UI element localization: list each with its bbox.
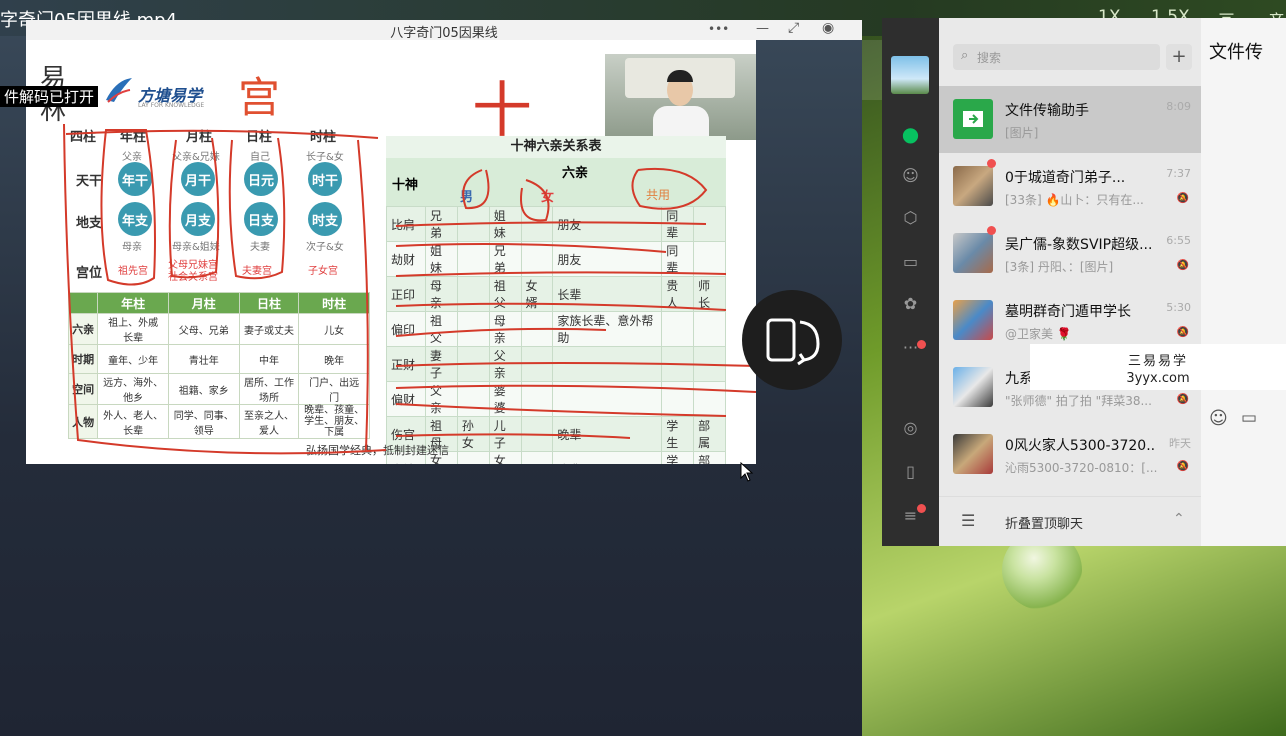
- search-icon: ⌕: [961, 48, 969, 63]
- chat-item[interactable]: 0于城道奇门弟子... [33条] 🔥山卜：只有在... 7:37 🔕: [939, 153, 1201, 220]
- fullscreen-icon[interactable]: ⤢: [788, 20, 799, 36]
- chat-name: 0风火家人5300-3720...: [1005, 438, 1155, 454]
- chat-last-message: @卫家美 🌹: [1005, 327, 1072, 341]
- chat-item[interactable]: 0风火家人5300-3720... 沁雨5300-3720-0810：[... …: [939, 421, 1201, 488]
- record-icon[interactable]: ◉: [822, 20, 834, 36]
- mute-icon: 🔕: [1176, 394, 1189, 405]
- video-window-title: 八字奇门05因果线: [390, 26, 498, 41]
- mute-icon: 🔕: [1176, 461, 1189, 472]
- chat-item[interactable]: 吴广儒-象数SVIP超级... [3条] 丹阳、：[图片] 6:55 🔕: [939, 220, 1201, 287]
- watermark-line1: 三易易学: [1127, 354, 1188, 369]
- chat-time: 8:09: [1166, 100, 1191, 113]
- chat-time: 5:30: [1166, 301, 1191, 314]
- chat-time: 6:55: [1166, 234, 1191, 247]
- file-icon[interactable]: ▭: [1241, 408, 1257, 428]
- emoji-icon[interactable]: ☺: [1209, 408, 1228, 429]
- chat-icon[interactable]: ●: [882, 122, 939, 146]
- player-overlay-text: 件解码已打开: [0, 86, 99, 107]
- wechat-sidebar: ● ☺ ⬡ ▭ ✿ ··· ◎ ▯ ≡: [882, 18, 939, 546]
- unread-dot: [987, 159, 996, 168]
- chat-last-message: [图片]: [1005, 126, 1039, 140]
- folded-chats-row[interactable]: ☰ 折叠置顶聊天 ⌃: [939, 496, 1201, 547]
- chat-time: 7:37: [1166, 167, 1191, 180]
- search-input[interactable]: ⌕ 搜索: [953, 44, 1160, 70]
- add-button[interactable]: +: [1166, 44, 1192, 70]
- chat-pane: 文件传 ☺ ▭: [1201, 18, 1286, 546]
- unread-dot: [987, 226, 996, 235]
- watermark-line2: 3yyx.com: [1126, 371, 1190, 386]
- mute-icon: 🔕: [1176, 193, 1189, 204]
- chat-name: 吴广儒-象数SVIP超级...: [1005, 237, 1153, 253]
- notification-dot: [917, 340, 926, 349]
- chat-last-message: "张师德" 拍了拍 "拜菜38...: [1005, 394, 1152, 408]
- screen-share-button[interactable]: [742, 290, 842, 390]
- group-avatar: [953, 367, 993, 407]
- chat-time: 昨天: [1169, 437, 1191, 450]
- contacts-icon[interactable]: ☺: [882, 166, 939, 185]
- chat-title: 文件传: [1209, 42, 1263, 63]
- mouse-cursor-icon: [740, 461, 754, 486]
- chat-name: 0于城道奇门弟子...: [1005, 170, 1126, 186]
- chat-item[interactable]: 文件传输助手 [图片] 8:09: [939, 86, 1201, 153]
- chevron-up-icon: ⌃: [1173, 511, 1185, 527]
- site-watermark: 三易易学 3yyx.com: [1030, 344, 1286, 390]
- settings-menu-icon[interactable]: ≡: [882, 506, 939, 525]
- notification-dot: [917, 504, 926, 513]
- group-avatar: [953, 434, 993, 474]
- collection-icon[interactable]: ⬡: [882, 208, 939, 227]
- chat-last-message: [33条] 🔥山卜：只有在...: [1005, 193, 1144, 207]
- video-frame: 易 林 方塘易学 LAY FOR KNOWLEDGE 宫 十 四柱 年柱 月柱 …: [26, 40, 756, 464]
- chat-name: 文件传输助手: [1005, 103, 1089, 119]
- file-transfer-icon: [953, 99, 993, 139]
- minimize-icon[interactable]: —: [756, 21, 769, 36]
- folded-chats-label: 折叠置顶聊天: [1005, 517, 1084, 532]
- video-window-titlebar: 八字奇门05因果线 ••• — ⤢ ◉: [26, 20, 862, 41]
- handwriting-annotations: [63, 123, 756, 455]
- folder-icon[interactable]: ▭: [882, 252, 939, 271]
- search-placeholder: 搜索: [977, 51, 1002, 65]
- user-avatar[interactable]: [891, 56, 929, 94]
- mute-icon: 🔕: [1176, 260, 1189, 271]
- wechat-window: ● ☺ ⬡ ▭ ✿ ··· ◎ ▯ ≡ ⌕ 搜索 + 文件传输助手 [图片] 8…: [882, 18, 1286, 546]
- group-avatar: [953, 166, 993, 206]
- more-icon[interactable]: •••: [708, 22, 729, 36]
- mute-icon: 🔕: [1176, 327, 1189, 338]
- chat-last-message: 沁雨5300-3720-0810：[...: [1005, 461, 1158, 475]
- group-avatar: [953, 233, 993, 273]
- chat-list: ⌕ 搜索 + 文件传输助手 [图片] 8:09 0于城道奇门弟子... [33条…: [939, 18, 1201, 546]
- phone-icon[interactable]: ▯: [882, 462, 939, 481]
- group-avatar: [953, 300, 993, 340]
- list-icon: ☰: [961, 511, 976, 530]
- more-apps-icon[interactable]: ···: [882, 338, 939, 357]
- moments-icon[interactable]: ✿: [882, 294, 939, 313]
- chat-last-message: [3条] 丹阳、：[图片]: [1005, 260, 1114, 274]
- chat-name: 墓明群奇门遁甲学长: [1005, 304, 1131, 320]
- mini-program-icon[interactable]: ◎: [882, 418, 939, 437]
